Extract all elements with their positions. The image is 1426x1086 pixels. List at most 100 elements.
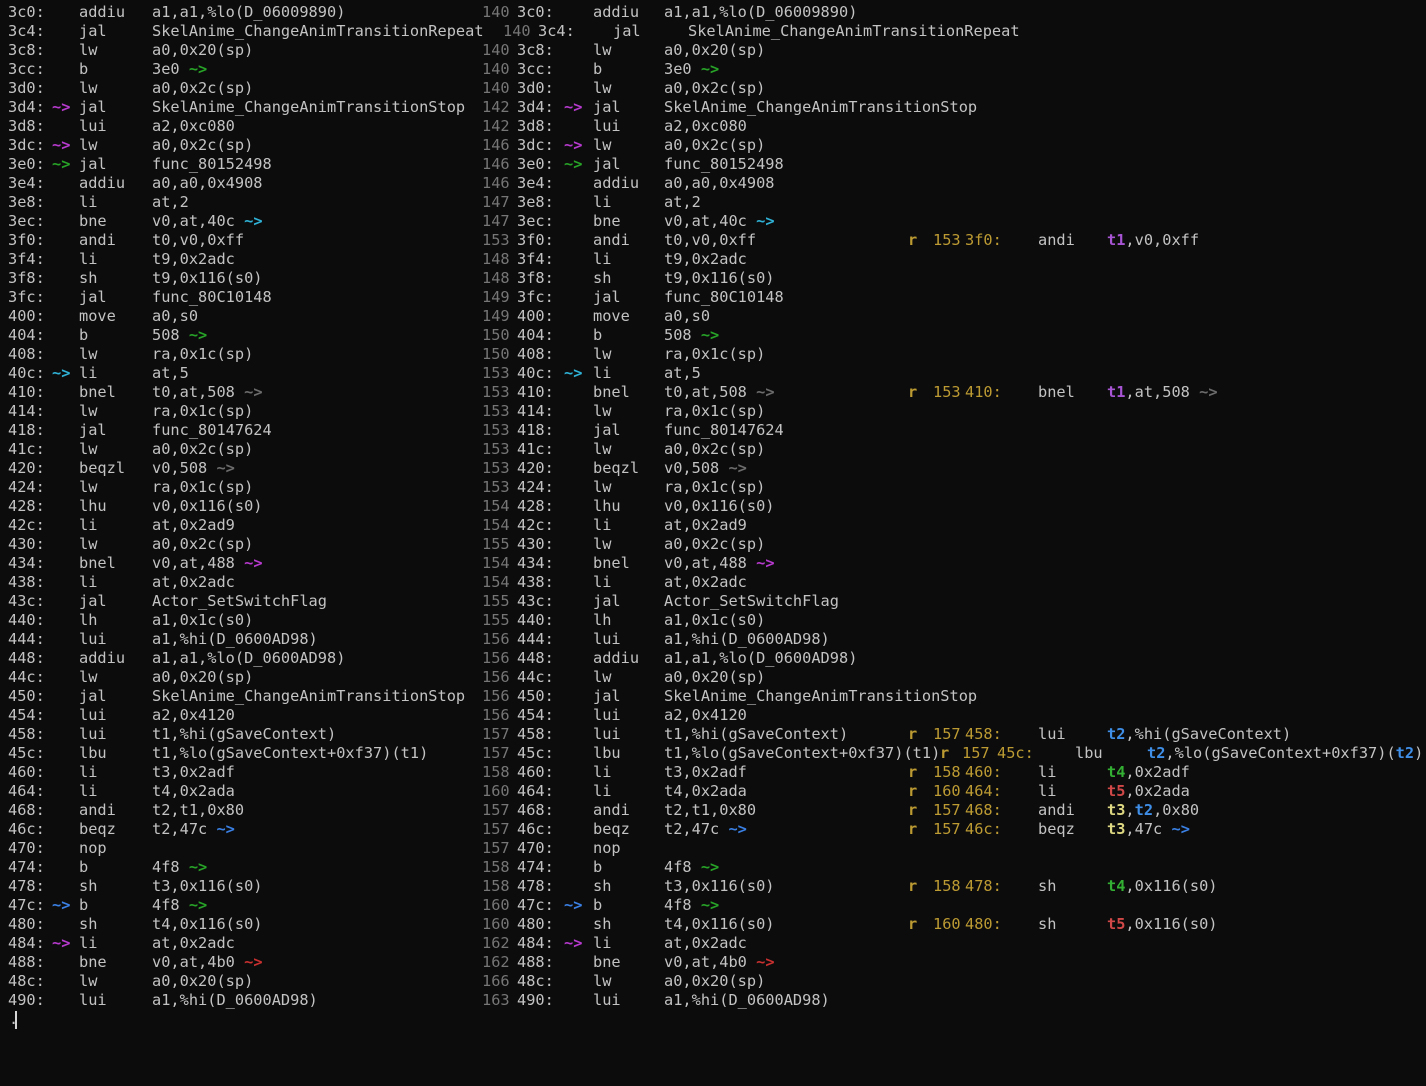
operand-text: , (1125, 801, 1134, 819)
operand-text: at,5 (664, 364, 701, 382)
line-number: 153 (482, 421, 510, 440)
mnemonic: jal (593, 155, 621, 174)
operand-text: t0,v0,0xff (664, 231, 756, 249)
line-number: 162 (482, 934, 510, 953)
address: 3fc: (517, 288, 554, 307)
operand-text: t4,0x2ada (152, 782, 235, 800)
operand-text: at,2 (152, 193, 189, 211)
operand-text: a0,s0 (664, 307, 710, 325)
line-number: 140 (503, 22, 531, 41)
address: 460: (8, 763, 45, 782)
reg-highlight: t2 (1107, 725, 1125, 743)
branch-arrow-icon: ~> (216, 459, 234, 477)
address: 464: (517, 782, 554, 801)
operands: t1,v0,0xff (1107, 231, 1199, 250)
address: 428: (517, 497, 554, 516)
asm-row: 3ec:bnev0,at,40c ~>1473ec:bnev0,at,40c ~… (0, 212, 1426, 231)
operand-text: a0,0x20(sp) (152, 972, 253, 990)
address: 46c: (8, 820, 45, 839)
operands: 4f8 ~> (664, 896, 719, 915)
address: 3f4: (517, 250, 554, 269)
asm-row: 454:luia2,0x4120156454:luia2,0x4120 (0, 706, 1426, 725)
line-number: 153 (482, 459, 510, 478)
line-number: 140 (482, 60, 510, 79)
asm-row: 418:jalfunc_80147624153418:jalfunc_80147… (0, 421, 1426, 440)
operand-text: t9,0x116(s0) (664, 269, 775, 287)
operand-text: func_80147624 (664, 421, 784, 439)
mnemonic: jal (79, 155, 107, 174)
operand-text: a0,0x2c(sp) (664, 79, 765, 97)
operand-text: a2,0x4120 (152, 706, 235, 724)
branch-arrow-icon: ~> (189, 896, 207, 914)
mnemonic: b (593, 858, 602, 877)
branch-arrow-icon: ~> (701, 60, 719, 78)
asm-row: 460:lit3,0x2adf158460:lit3,0x2adfr158460… (0, 763, 1426, 782)
asm-row: 478:sht3,0x116(s0)158478:sht3,0x116(s0)r… (0, 877, 1426, 896)
address: 480: (965, 915, 1002, 934)
address: 438: (517, 573, 554, 592)
asm-row: 488:bnev0,at,4b0 ~>162488:bnev0,at,4b0 ~… (0, 953, 1426, 972)
operands: ra,0x1c(sp) (664, 478, 765, 497)
mnemonic: lhu (79, 497, 107, 516)
operands: a0,a0,0x4908 (664, 174, 775, 193)
reg-diff-marker: r (908, 801, 917, 820)
mnemonic: lui (593, 706, 621, 725)
asm-row: 3e8:liat,21473e8:liat,2 (0, 193, 1426, 212)
mnemonic: lw (79, 668, 97, 687)
mnemonic: sh (1038, 877, 1056, 896)
operands: at,0x2ad9 (664, 516, 747, 535)
mnemonic: li (79, 763, 97, 782)
operands: t9,0x2adc (152, 250, 235, 269)
address: 3e4: (8, 174, 45, 193)
address: 3e8: (517, 193, 554, 212)
operands: a2,0x4120 (664, 706, 747, 725)
address: 404: (517, 326, 554, 345)
operand-text: a1,%hi(D_0600AD98) (664, 630, 830, 648)
mnemonic: beqzl (79, 459, 125, 478)
mnemonic: li (1038, 782, 1056, 801)
address: 48c: (517, 972, 554, 991)
operand-text: a0,0x2c(sp) (152, 136, 253, 154)
operand-text: a0,0x20(sp) (664, 41, 765, 59)
terminal-output[interactable]: 3c0:addiua1,a1,%lo(D_06009890)1403c0:add… (0, 0, 1426, 1021)
mnemonic: lhu (593, 497, 621, 516)
mnemonic: jal (79, 22, 107, 41)
asm-row: 44c:lwa0,0x20(sp)15644c:lwa0,0x20(sp) (0, 668, 1426, 687)
operands: a0,0x2c(sp) (664, 440, 765, 459)
operands: at,0x2adc (152, 573, 235, 592)
reg-diff-marker: r (908, 915, 917, 934)
mnemonic: lui (593, 630, 621, 649)
line-number: 146 (482, 174, 510, 193)
address: 3e8: (8, 193, 45, 212)
mnemonic: b (593, 60, 602, 79)
mnemonic: li (79, 250, 97, 269)
operand-text: ) (1414, 744, 1423, 762)
address: 410: (8, 383, 45, 402)
operand-text: a1,0x1c(s0) (664, 611, 765, 629)
operands: a2,0x4120 (152, 706, 235, 725)
operands: t1,%hi(gSaveContext) (152, 725, 336, 744)
branch-arrow-icon: ~> (52, 98, 70, 117)
address: 428: (8, 497, 45, 516)
operands: a0,0x2c(sp) (152, 535, 253, 554)
operand-text: t0,at,508 (152, 383, 244, 401)
mnemonic: bnel (1038, 383, 1075, 402)
operand-text: at,0x2adc (152, 934, 235, 952)
mnemonic: lw (593, 972, 611, 991)
address: 418: (517, 421, 554, 440)
operands: t5,0x2ada (1107, 782, 1190, 801)
asm-row: 430:lwa0,0x2c(sp)155430:lwa0,0x2c(sp) (0, 535, 1426, 554)
line-number: 157 (933, 820, 961, 839)
operand-text: SkelAnime_ChangeAnimTransitionStop (664, 687, 977, 705)
line-number: 157 (933, 725, 961, 744)
branch-arrow-icon: ~> (1171, 820, 1189, 838)
line-number: 156 (482, 649, 510, 668)
operand-text: a0,0x2c(sp) (664, 535, 765, 553)
mnemonic: li (593, 250, 611, 269)
operands: at,2 (664, 193, 701, 212)
mnemonic: nop (79, 839, 107, 858)
operand-text: 3e0 (152, 60, 189, 78)
address: 474: (517, 858, 554, 877)
operands: 4f8 ~> (152, 858, 207, 877)
operands: t4,0x2ada (664, 782, 747, 801)
